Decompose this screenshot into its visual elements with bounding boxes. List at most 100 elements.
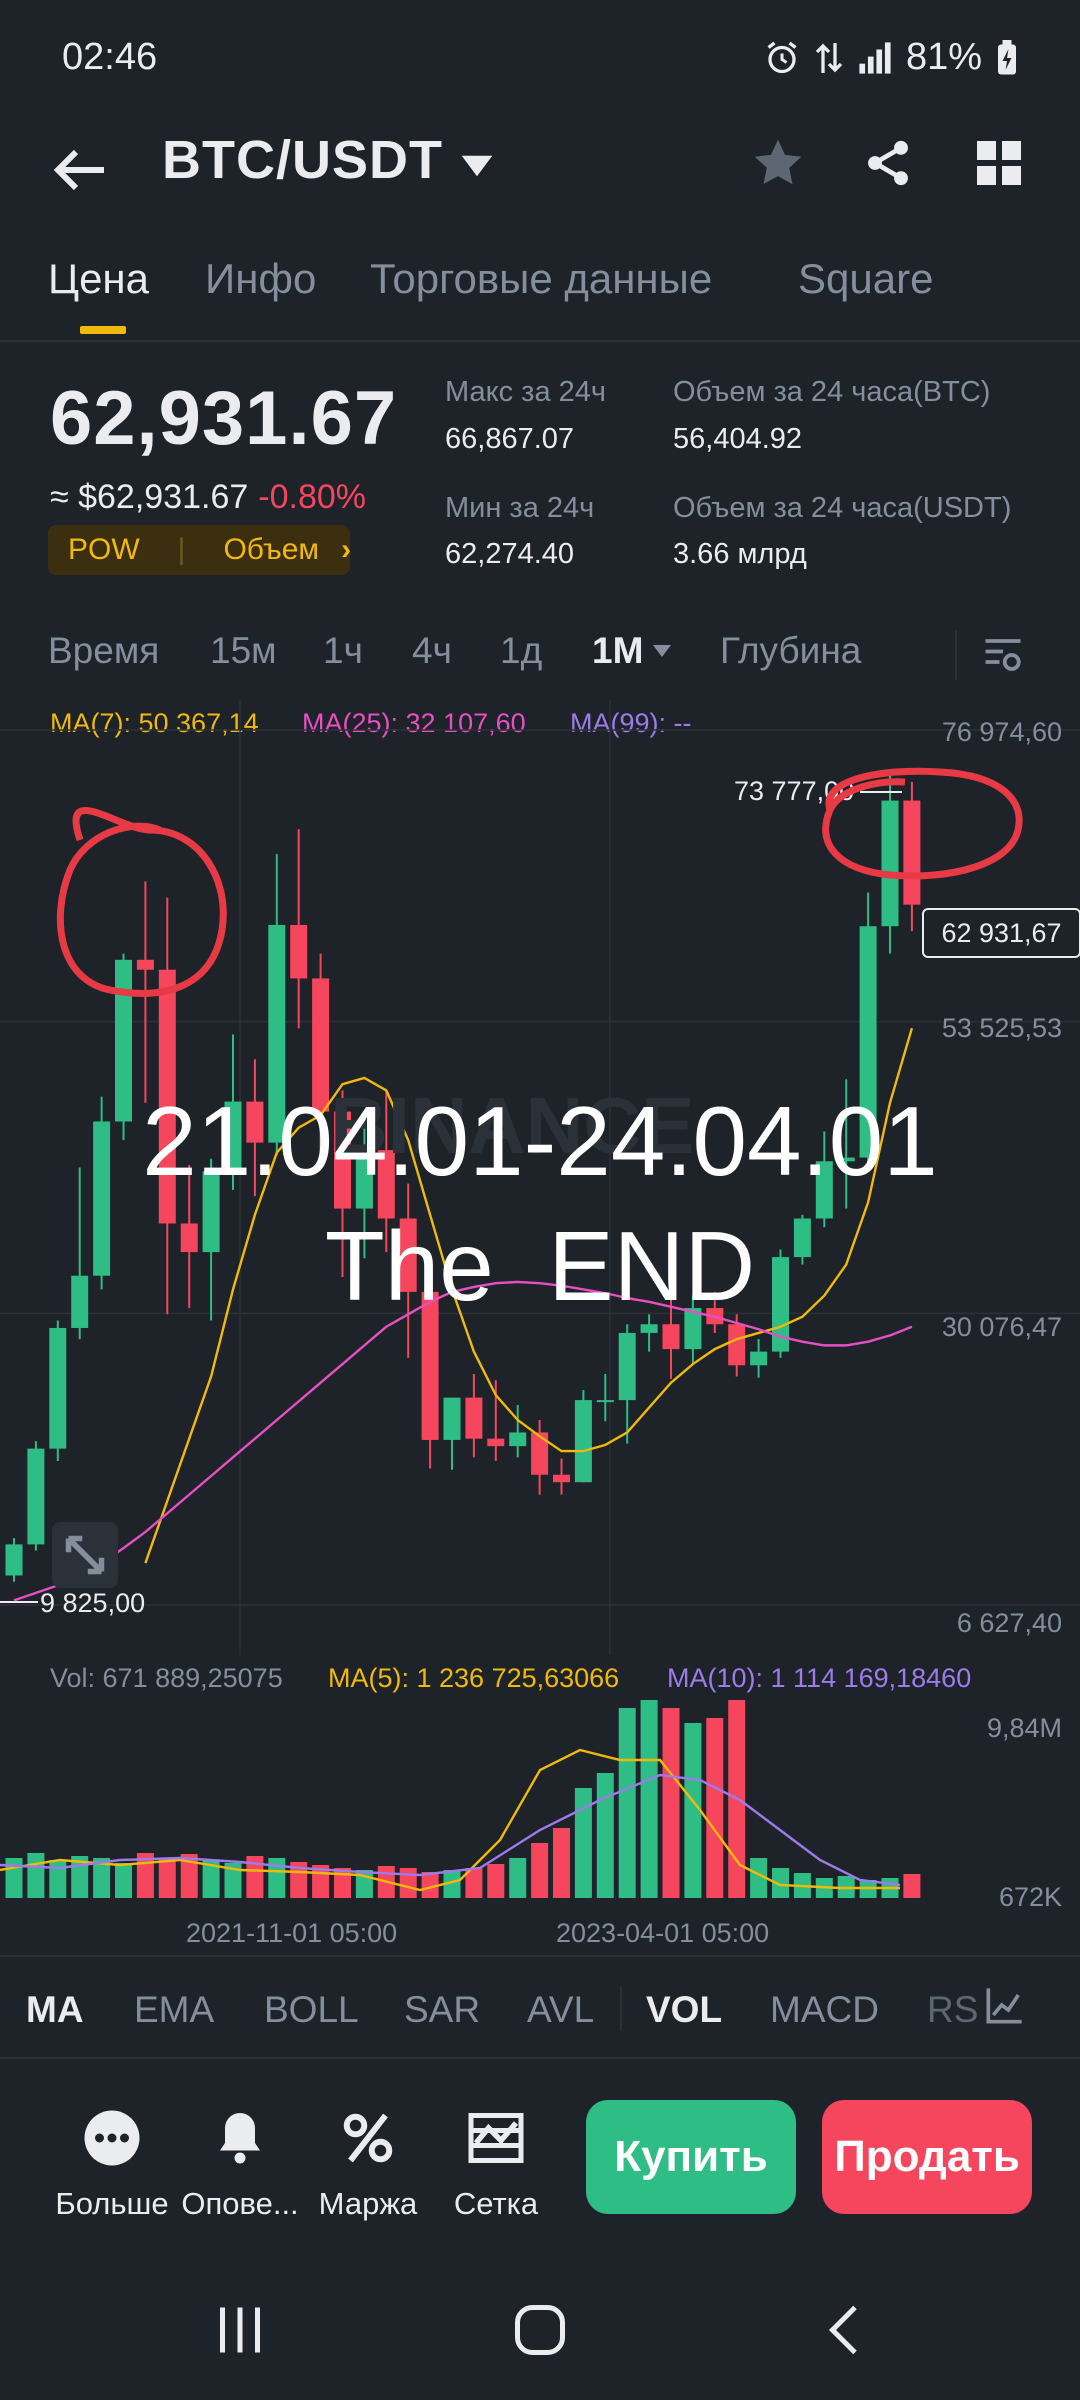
y-axis-low: 6 627,40 bbox=[956, 1608, 1062, 1638]
candle-body bbox=[27, 1448, 45, 1545]
caret-down-icon[interactable] bbox=[460, 153, 494, 179]
interval-1d[interactable]: 1д bbox=[500, 630, 542, 672]
tag-badge[interactable]: POW | Объем › bbox=[48, 525, 352, 575]
volume-bar bbox=[5, 1858, 23, 1898]
expand-button[interactable] bbox=[52, 1522, 118, 1588]
buy-button[interactable]: Купить bbox=[586, 2100, 796, 2214]
volume-bar bbox=[27, 1853, 45, 1898]
interval-time[interactable]: Время bbox=[48, 630, 159, 672]
active-tab-indicator bbox=[80, 326, 126, 334]
indicator-boll[interactable]: BOLL bbox=[264, 1989, 359, 2031]
tab-square[interactable]: Square bbox=[798, 255, 933, 303]
back-nav-icon[interactable] bbox=[815, 2300, 875, 2360]
high-24h-value: 66,867.07 bbox=[445, 423, 575, 455]
status-bar: 02:46 81% bbox=[0, 0, 1080, 115]
volume-bar bbox=[903, 1874, 921, 1898]
low-24h-label: Мин за 24ч bbox=[445, 492, 595, 524]
candle-body bbox=[640, 1324, 658, 1333]
high-24h-label: Макс за 24ч bbox=[445, 376, 607, 408]
volume-bars bbox=[5, 1700, 921, 1898]
indicator-vol[interactable]: VOL bbox=[646, 1989, 722, 2031]
expand-icon bbox=[65, 1535, 105, 1575]
interval-1M[interactable]: 1M bbox=[592, 630, 643, 672]
battery-charging-icon bbox=[998, 39, 1016, 74]
volume-bar bbox=[684, 1723, 702, 1898]
volume-bar bbox=[662, 1708, 680, 1898]
vol-usdt-value: 3.66 млрд bbox=[673, 538, 807, 570]
candle-body bbox=[553, 1474, 570, 1483]
price-usd: ≈ $62,931.67 bbox=[50, 478, 249, 516]
red-circle-left bbox=[56, 807, 227, 997]
chevron-right-icon: › bbox=[341, 533, 352, 566]
volume-bar bbox=[553, 1828, 570, 1898]
candle-body bbox=[487, 1438, 505, 1447]
back-arrow-icon[interactable] bbox=[52, 145, 108, 195]
indicator-avl[interactable]: AVL bbox=[527, 1989, 594, 2031]
status-time: 02:46 bbox=[62, 36, 158, 78]
badge-volume: Объем bbox=[223, 533, 320, 566]
indicator-bar: MA EMA BOLL SAR AVL VOL MACD RS bbox=[0, 1955, 1080, 2059]
indicator-sar[interactable]: SAR bbox=[404, 1989, 480, 2031]
system-nav-bar bbox=[0, 2260, 1080, 2400]
main-tabs: Цена Инфо Торговые данные Square bbox=[0, 240, 1080, 342]
vol-btc-label: Объем за 24 часа(BTC) bbox=[673, 376, 991, 408]
battery-percent: 81% bbox=[905, 36, 982, 78]
tab-trading-data[interactable]: Торговые данные bbox=[370, 255, 712, 303]
candle-body bbox=[618, 1332, 636, 1401]
badge-divider: | bbox=[177, 533, 186, 566]
more-button[interactable]: Больше bbox=[42, 2108, 182, 2222]
volume-bar bbox=[618, 1708, 636, 1898]
interval-depth[interactable]: Глубина bbox=[720, 630, 861, 672]
indicator-settings-icon[interactable] bbox=[985, 1985, 1025, 2025]
volume-bar bbox=[399, 1868, 417, 1898]
indicator-ema[interactable]: EMA bbox=[134, 1989, 214, 2031]
interval-4h[interactable]: 4ч bbox=[412, 630, 452, 672]
vol-ma10-legend: MA(10): 1 114 169,18460 bbox=[667, 1663, 972, 1693]
red-circle-right bbox=[822, 767, 1023, 880]
indicator-ma[interactable]: MA bbox=[26, 1989, 84, 2031]
grid-button[interactable]: Сетка bbox=[426, 2108, 566, 2222]
candle-body bbox=[750, 1351, 768, 1366]
sell-button[interactable]: Продать bbox=[822, 2100, 1032, 2214]
vol-usdt-label: Объем за 24 часа(USDT) bbox=[673, 492, 1012, 524]
chart-settings-icon[interactable] bbox=[982, 634, 1024, 676]
last-price: 62,931.67 bbox=[50, 376, 398, 461]
indicator-divider bbox=[620, 1987, 622, 2031]
percent-icon bbox=[343, 2113, 393, 2163]
volume-bar bbox=[706, 1718, 724, 1898]
alerts-button[interactable]: Опове... bbox=[170, 2108, 310, 2222]
candle-body bbox=[509, 1432, 527, 1447]
x-axis-label-2: 2023-04-01 05:00 bbox=[556, 1918, 770, 1948]
low-24h-value: 62,274.40 bbox=[445, 538, 575, 570]
status-icons: 81% bbox=[764, 36, 1018, 79]
candle-body bbox=[574, 1400, 592, 1483]
vol-btc-value: 56,404.92 bbox=[673, 423, 803, 455]
recent-apps-icon[interactable] bbox=[210, 2300, 270, 2360]
vol-axis-low: 672K bbox=[998, 1882, 1062, 1912]
x-axis-label-1: 2021-11-01 05:00 bbox=[186, 1918, 398, 1948]
grid-menu-icon[interactable] bbox=[975, 139, 1023, 187]
indicator-macd[interactable]: MACD bbox=[770, 1989, 879, 2031]
volume-bar bbox=[49, 1860, 67, 1898]
interval-15m[interactable]: 15м bbox=[210, 630, 277, 672]
share-icon[interactable] bbox=[862, 137, 914, 189]
candle-body bbox=[443, 1397, 461, 1440]
star-icon[interactable] bbox=[750, 135, 806, 191]
annotation-circles bbox=[56, 767, 1023, 997]
volume-bar bbox=[334, 1868, 351, 1898]
price-usd-line: ≈ $62,931.67 -0.80% bbox=[50, 478, 366, 517]
interval-caret-icon[interactable] bbox=[652, 644, 672, 658]
tab-info[interactable]: Инфо bbox=[205, 255, 316, 303]
top-bar: BTC/USDT bbox=[0, 115, 1080, 225]
candle-body bbox=[596, 1400, 614, 1403]
interval-divider bbox=[955, 630, 957, 680]
interval-1h[interactable]: 1ч bbox=[323, 630, 363, 672]
bell-icon bbox=[220, 2113, 260, 2164]
indicator-rsi[interactable]: RS bbox=[927, 1989, 978, 2031]
margin-button[interactable]: Маржа bbox=[298, 2108, 438, 2222]
low-annotation: 9 825,00 bbox=[40, 1588, 146, 1618]
vol-axis-top: 9,84M bbox=[986, 1713, 1062, 1743]
tab-price[interactable]: Цена bbox=[48, 255, 149, 303]
home-icon[interactable] bbox=[510, 2300, 570, 2360]
pair-title[interactable]: BTC/USDT bbox=[162, 129, 443, 191]
